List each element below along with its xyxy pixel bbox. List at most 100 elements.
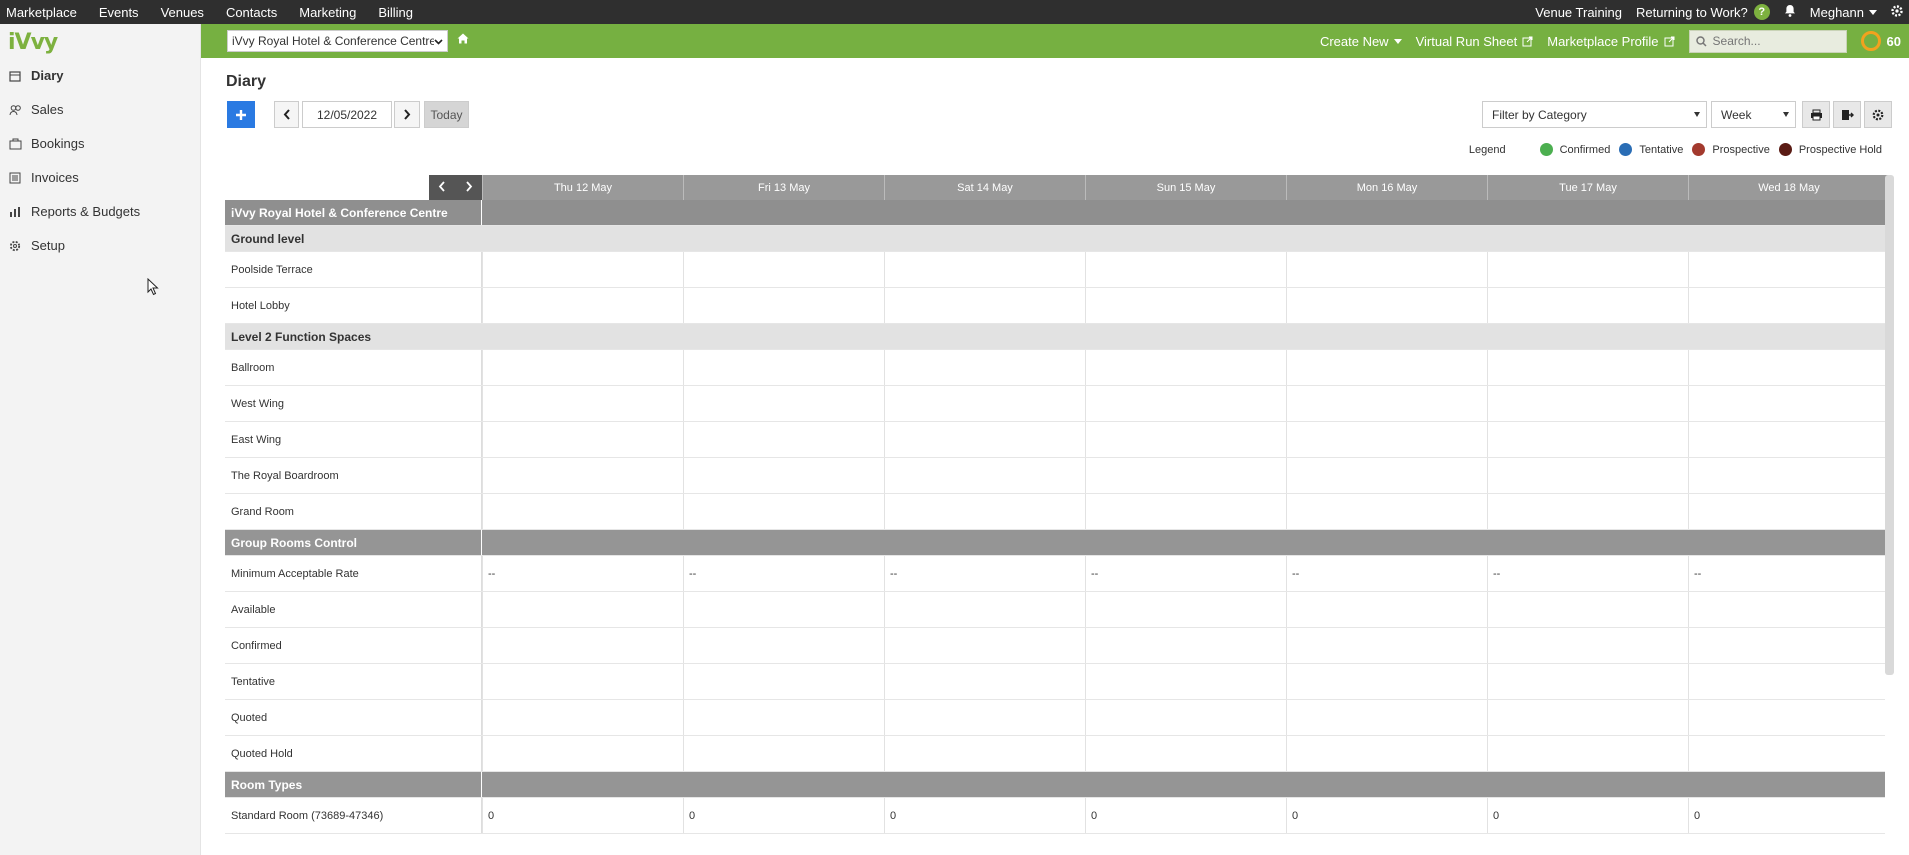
diary-cell[interactable]: --: [1085, 556, 1286, 591]
diary-cell[interactable]: 0: [683, 798, 884, 833]
diary-cell[interactable]: [1487, 592, 1688, 627]
diary-cell[interactable]: [1487, 422, 1688, 457]
diary-cell[interactable]: [683, 386, 884, 421]
vertical-scrollbar[interactable]: [1885, 175, 1894, 675]
diary-cell[interactable]: [1286, 422, 1487, 457]
diary-cell[interactable]: [482, 592, 683, 627]
diary-cell[interactable]: [1085, 700, 1286, 735]
diary-cell[interactable]: [482, 664, 683, 699]
diary-cell[interactable]: [1688, 700, 1889, 735]
diary-cell[interactable]: 0: [1487, 798, 1688, 833]
diary-cell[interactable]: 0: [482, 798, 683, 833]
diary-cell[interactable]: [884, 422, 1085, 457]
filter-category-select[interactable]: Filter by Category: [1482, 101, 1707, 128]
diary-cell[interactable]: [482, 386, 683, 421]
diary-cell[interactable]: [1487, 458, 1688, 493]
diary-cell[interactable]: [1688, 252, 1889, 287]
diary-cell[interactable]: [1085, 736, 1286, 771]
diary-cell[interactable]: [1688, 386, 1889, 421]
diary-cell[interactable]: [1286, 350, 1487, 385]
diary-cell[interactable]: [683, 700, 884, 735]
diary-cell[interactable]: [1085, 252, 1286, 287]
diary-cell[interactable]: [1487, 350, 1688, 385]
settings-button[interactable]: [1864, 101, 1892, 128]
ivvy-logo[interactable]: iVvy: [8, 30, 58, 55]
diary-cell[interactable]: [1487, 628, 1688, 663]
diary-cell[interactable]: --: [1286, 556, 1487, 591]
diary-cell[interactable]: [482, 458, 683, 493]
day-header[interactable]: Mon 16 May: [1286, 175, 1487, 200]
date-field[interactable]: 12/05/2022: [302, 101, 392, 128]
diary-cell[interactable]: [1286, 494, 1487, 529]
diary-cell[interactable]: [482, 736, 683, 771]
diary-cell[interactable]: [683, 736, 884, 771]
view-select[interactable]: Week: [1711, 101, 1796, 128]
sidebar-item-reports[interactable]: Reports & Budgets: [8, 204, 140, 219]
diary-cell[interactable]: [1085, 628, 1286, 663]
diary-cell[interactable]: [884, 664, 1085, 699]
diary-cell[interactable]: [482, 288, 683, 323]
diary-cell[interactable]: [1487, 386, 1688, 421]
diary-cell[interactable]: 0: [884, 798, 1085, 833]
today-button[interactable]: Today: [424, 101, 469, 128]
next-date-button[interactable]: [394, 101, 420, 128]
diary-cell[interactable]: [1286, 458, 1487, 493]
chevron-right-icon[interactable]: [465, 180, 473, 195]
diary-cell[interactable]: --: [683, 556, 884, 591]
diary-cell[interactable]: [1286, 700, 1487, 735]
diary-cell[interactable]: --: [884, 556, 1085, 591]
diary-cell[interactable]: [1085, 458, 1286, 493]
diary-cell[interactable]: [1085, 664, 1286, 699]
diary-cell[interactable]: 0: [1085, 798, 1286, 833]
returning-to-work-link[interactable]: Returning to Work? ?: [1636, 4, 1770, 20]
day-header[interactable]: Thu 12 May: [482, 175, 683, 200]
chevron-left-icon[interactable]: [438, 180, 446, 195]
venue-select[interactable]: iVvy Royal Hotel & Conference Centre: [227, 30, 448, 52]
diary-cell[interactable]: [884, 628, 1085, 663]
export-button[interactable]: [1833, 101, 1861, 128]
day-header[interactable]: Sat 14 May: [884, 175, 1085, 200]
marketplace-profile-link[interactable]: Marketplace Profile: [1547, 34, 1675, 49]
sidebar-item-diary[interactable]: Diary: [8, 68, 64, 83]
sidebar-item-bookings[interactable]: Bookings: [8, 136, 84, 151]
diary-cell[interactable]: [1688, 458, 1889, 493]
search-input[interactable]: [1712, 34, 1833, 48]
diary-cell[interactable]: [482, 422, 683, 457]
diary-cell[interactable]: [683, 422, 884, 457]
diary-cell[interactable]: [884, 458, 1085, 493]
diary-cell[interactable]: [1688, 422, 1889, 457]
venue-training-link[interactable]: Venue Training: [1535, 5, 1622, 20]
diary-cell[interactable]: [1688, 350, 1889, 385]
diary-cell[interactable]: [1286, 664, 1487, 699]
diary-cell[interactable]: [1487, 736, 1688, 771]
diary-cell[interactable]: [1085, 592, 1286, 627]
diary-cell[interactable]: [884, 350, 1085, 385]
diary-cell[interactable]: [1487, 494, 1688, 529]
diary-cell[interactable]: [1286, 628, 1487, 663]
diary-cell[interactable]: [884, 386, 1085, 421]
sidebar-item-setup[interactable]: Setup: [8, 238, 65, 253]
diary-cell[interactable]: [1688, 288, 1889, 323]
nav-events[interactable]: Events: [99, 5, 139, 20]
diary-cell[interactable]: [683, 494, 884, 529]
diary-cell[interactable]: [1487, 664, 1688, 699]
day-header[interactable]: Fri 13 May: [683, 175, 884, 200]
create-new-menu[interactable]: Create New: [1320, 34, 1402, 49]
day-header[interactable]: Wed 18 May: [1688, 175, 1889, 200]
diary-cell[interactable]: [683, 350, 884, 385]
diary-cell[interactable]: [1487, 252, 1688, 287]
diary-cell[interactable]: [1487, 288, 1688, 323]
diary-cell[interactable]: [683, 458, 884, 493]
diary-cell[interactable]: [482, 494, 683, 529]
diary-cell[interactable]: [1688, 592, 1889, 627]
day-header[interactable]: Sun 15 May: [1085, 175, 1286, 200]
diary-cell[interactable]: [1688, 664, 1889, 699]
sidebar-item-sales[interactable]: Sales: [8, 102, 64, 117]
diary-cell[interactable]: [884, 736, 1085, 771]
diary-cell[interactable]: [482, 628, 683, 663]
diary-cell[interactable]: [1286, 736, 1487, 771]
diary-cell[interactable]: [1688, 494, 1889, 529]
virtual-run-sheet-link[interactable]: Virtual Run Sheet: [1416, 34, 1534, 49]
bell-icon[interactable]: [1784, 4, 1796, 20]
diary-cell[interactable]: [1085, 494, 1286, 529]
